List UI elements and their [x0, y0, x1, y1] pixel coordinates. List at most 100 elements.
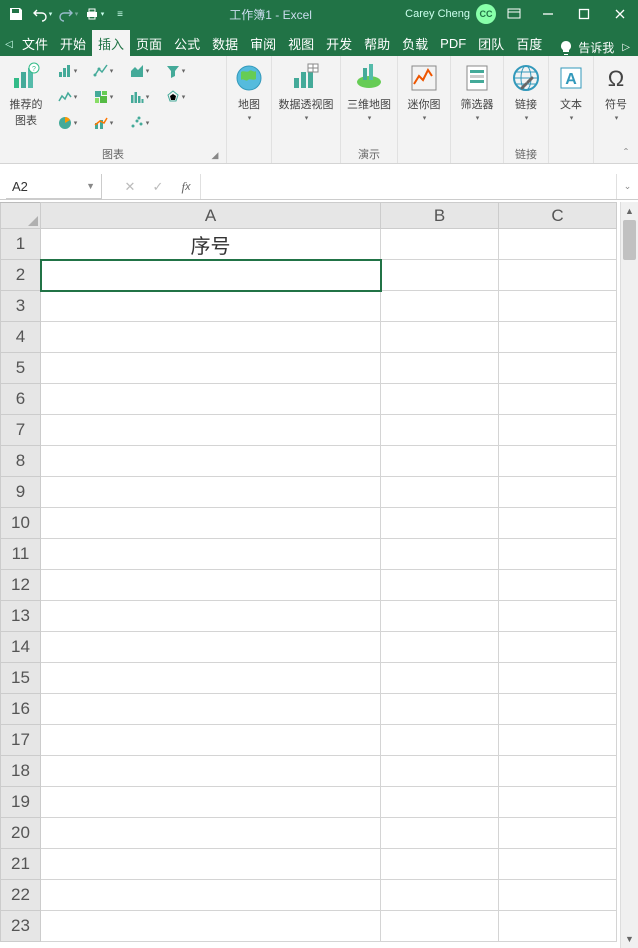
row-header-7[interactable]: 7 — [1, 415, 41, 446]
cell-A16[interactable] — [41, 694, 381, 725]
tab-页面[interactable]: 页面 — [130, 30, 168, 56]
row-header-9[interactable]: 9 — [1, 477, 41, 508]
cell-C3[interactable] — [499, 291, 617, 322]
scroll-down-button[interactable]: ▼ — [621, 930, 638, 948]
cell-C15[interactable] — [499, 663, 617, 694]
cell-B9[interactable] — [381, 477, 499, 508]
cell-C5[interactable] — [499, 353, 617, 384]
row-header-12[interactable]: 12 — [1, 570, 41, 601]
row-header-23[interactable]: 23 — [1, 911, 41, 942]
scroll-thumb[interactable] — [623, 220, 636, 260]
recommended-charts-button[interactable]: ? 推荐的图表 — [4, 58, 48, 132]
cell-A11[interactable] — [41, 539, 381, 570]
vertical-scrollbar[interactable]: ▲ ▼ — [620, 202, 638, 948]
maximize-button[interactable] — [566, 0, 602, 28]
qat-customize-button[interactable]: ≡ — [108, 2, 132, 26]
cell-C11[interactable] — [499, 539, 617, 570]
row-header-18[interactable]: 18 — [1, 756, 41, 787]
cell-A4[interactable] — [41, 322, 381, 353]
map3d-button[interactable]: 三维地图▾ — [345, 58, 393, 126]
tab-负载[interactable]: 负载 — [396, 30, 434, 56]
row-header-19[interactable]: 19 — [1, 787, 41, 818]
symbols-button[interactable]: Ω 符号▾ — [598, 58, 634, 126]
cell-C7[interactable] — [499, 415, 617, 446]
tab-百度[interactable]: 百度 — [510, 30, 548, 56]
cell-A6[interactable] — [41, 384, 381, 415]
tab-团队[interactable]: 团队 — [472, 30, 510, 56]
area-chart-button[interactable]: ▾ — [122, 58, 156, 84]
cell-B18[interactable] — [381, 756, 499, 787]
charts-dialog-launcher[interactable]: ◢ — [209, 150, 221, 162]
tab-插入[interactable]: 插入 — [92, 30, 130, 56]
tabs-scroll-left[interactable]: ◁ — [2, 32, 16, 56]
cell-C9[interactable] — [499, 477, 617, 508]
cell-B5[interactable] — [381, 353, 499, 384]
column-header-A[interactable]: A — [41, 203, 381, 229]
cell-A1[interactable]: 序号 — [41, 229, 381, 260]
cell-B23[interactable] — [381, 911, 499, 942]
cell-B4[interactable] — [381, 322, 499, 353]
cell-A10[interactable] — [41, 508, 381, 539]
cell-B19[interactable] — [381, 787, 499, 818]
column-header-B[interactable]: B — [381, 203, 499, 229]
tabs-scroll-right[interactable]: ▷ — [618, 42, 634, 53]
tab-文件[interactable]: 文件 — [16, 30, 54, 56]
cell-A13[interactable] — [41, 601, 381, 632]
redo-button[interactable]: ▾ — [56, 2, 80, 26]
insert-function-button[interactable]: fx — [172, 174, 200, 199]
cell-B12[interactable] — [381, 570, 499, 601]
cell-C22[interactable] — [499, 880, 617, 911]
cell-C23[interactable] — [499, 911, 617, 942]
select-all-corner[interactable] — [1, 203, 41, 229]
stock-chart-button[interactable]: ▾ — [50, 84, 84, 110]
cell-A18[interactable] — [41, 756, 381, 787]
cell-A7[interactable] — [41, 415, 381, 446]
cell-C14[interactable] — [499, 632, 617, 663]
cell-A20[interactable] — [41, 818, 381, 849]
cell-B1[interactable] — [381, 229, 499, 260]
cell-B11[interactable] — [381, 539, 499, 570]
cell-C8[interactable] — [499, 446, 617, 477]
filters-button[interactable]: 筛选器▾ — [455, 58, 499, 126]
column-header-C[interactable]: C — [499, 203, 617, 229]
row-header-1[interactable]: 1 — [1, 229, 41, 260]
row-header-16[interactable]: 16 — [1, 694, 41, 725]
worksheet-grid[interactable]: ABC1序号2345678910111213141516171819202122… — [0, 202, 617, 942]
cell-A3[interactable] — [41, 291, 381, 322]
tab-视图[interactable]: 视图 — [282, 30, 320, 56]
tab-公式[interactable]: 公式 — [168, 30, 206, 56]
cell-C13[interactable] — [499, 601, 617, 632]
bar-chart-button[interactable]: ▾ — [50, 58, 84, 84]
cell-A19[interactable] — [41, 787, 381, 818]
cell-A22[interactable] — [41, 880, 381, 911]
tab-帮助[interactable]: 帮助 — [358, 30, 396, 56]
cell-B14[interactable] — [381, 632, 499, 663]
cell-C10[interactable] — [499, 508, 617, 539]
row-header-5[interactable]: 5 — [1, 353, 41, 384]
cell-B10[interactable] — [381, 508, 499, 539]
tab-数据[interactable]: 数据 — [206, 30, 244, 56]
cell-A8[interactable] — [41, 446, 381, 477]
cell-A23[interactable] — [41, 911, 381, 942]
cell-A9[interactable] — [41, 477, 381, 508]
cell-B3[interactable] — [381, 291, 499, 322]
cell-B2[interactable] — [381, 260, 499, 291]
cell-A17[interactable] — [41, 725, 381, 756]
row-header-6[interactable]: 6 — [1, 384, 41, 415]
cell-B21[interactable] — [381, 849, 499, 880]
cell-B7[interactable] — [381, 415, 499, 446]
combo-chart-button[interactable]: ▾ — [86, 110, 120, 136]
line-chart-button[interactable]: ▾ — [86, 58, 120, 84]
collapse-ribbon-button[interactable]: ˆ — [618, 145, 634, 161]
undo-button[interactable]: ▾ — [30, 2, 54, 26]
ribbon-display-options-button[interactable] — [502, 2, 526, 26]
treemap-chart-button[interactable]: ▾ — [86, 84, 120, 110]
tab-开始[interactable]: 开始 — [54, 30, 92, 56]
cell-C6[interactable] — [499, 384, 617, 415]
scatter-chart-button[interactable]: ▾ — [122, 110, 156, 136]
cell-B13[interactable] — [381, 601, 499, 632]
cell-C20[interactable] — [499, 818, 617, 849]
row-header-17[interactable]: 17 — [1, 725, 41, 756]
cell-A14[interactable] — [41, 632, 381, 663]
tab-审阅[interactable]: 审阅 — [244, 30, 282, 56]
